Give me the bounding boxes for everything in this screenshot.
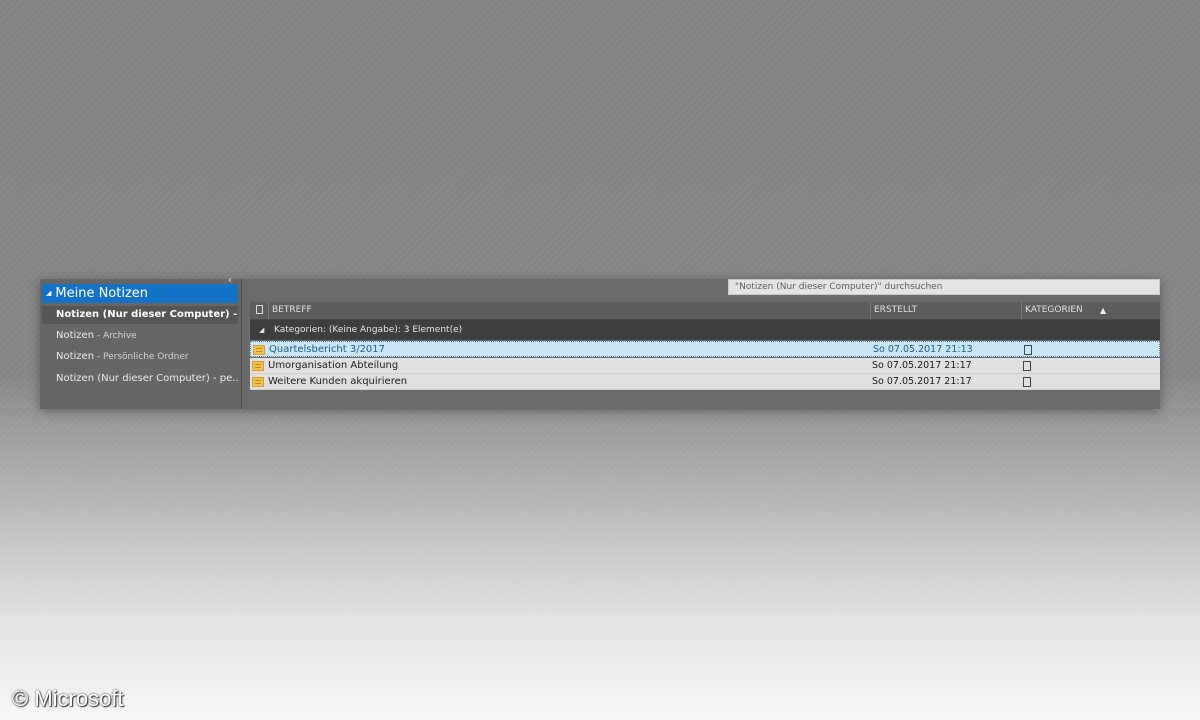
group-header-row[interactable]: ◢ Kategorien: (Keine Angabe): 3 Element(…	[250, 320, 1160, 340]
table-row[interactable]: Quartelsbericht 3/2017 So 07.05.2017 21:…	[250, 341, 1160, 357]
note-subject: Weitere Kunden akquirieren	[268, 376, 408, 387]
search-input[interactable]: "Notizen (Nur dieser Computer)" durchsuc…	[728, 279, 1160, 295]
sidebar-item-label: Notizen	[56, 330, 95, 341]
note-created: So 07.05.2017 21:17	[872, 360, 972, 371]
category-box-icon[interactable]	[1024, 345, 1032, 355]
notes-list-pane: "Notizen (Nur dieser Computer)" durchsuc…	[242, 279, 1160, 409]
copyright-watermark: © Microsoft	[12, 686, 124, 711]
folder-group-label: Meine Notizen	[55, 286, 149, 301]
column-header-categories-label: KATEGORIEN	[1025, 305, 1083, 315]
sidebar-item-notizen-computer[interactable]: Notizen (Nur dieser Computer) -...	[42, 306, 238, 324]
sidebar-item-label: Notizen (Nur dieser Computer) - pe...	[56, 373, 238, 384]
column-header-subject[interactable]: BETREFF	[268, 302, 870, 319]
sidebar-item-notizen-computer-pe[interactable]: Notizen (Nur dieser Computer) - pe...	[42, 370, 238, 388]
group-label: Kategorien: (Keine Angabe): 3 Element(e)	[274, 325, 463, 335]
icon-column-header[interactable]	[250, 302, 268, 319]
sidebar-item-label: Notizen (Nur dieser Computer) -...	[56, 309, 238, 320]
triangle-down-icon[interactable]: ◢	[259, 320, 264, 340]
folder-pane: ‹ ◢ Meine Notizen Notizen (Nur dieser Co…	[40, 275, 242, 409]
note-icon	[252, 361, 264, 371]
triangle-down-icon: ◢	[46, 289, 52, 297]
note-created: So 07.05.2017 21:13	[873, 344, 973, 355]
table-row[interactable]: Umorganisation Abteilung So 07.05.2017 2…	[250, 358, 1160, 374]
note-icon	[253, 345, 265, 355]
note-subject: Umorganisation Abteilung	[268, 360, 399, 371]
category-box-icon[interactable]	[1023, 361, 1031, 371]
category-box-icon[interactable]	[1023, 377, 1031, 387]
column-header-categories[interactable]: KATEGORIEN ▲	[1021, 302, 1160, 319]
sort-ascending-icon: ▲	[1100, 306, 1107, 315]
notes-window: ‹ ◢ Meine Notizen Notizen (Nur dieser Co…	[40, 275, 1160, 409]
sidebar-item-notizen-archive[interactable]: Notizen - Archive	[42, 327, 238, 345]
sidebar-item-suffix: - Persönliche Ordner	[94, 352, 189, 362]
note-icon	[252, 377, 264, 387]
document-icon	[256, 305, 263, 314]
note-created: So 07.05.2017 21:17	[872, 376, 972, 387]
note-subject: Quartelsbericht 3/2017	[269, 344, 386, 355]
sidebar-item-suffix: - Archive	[94, 331, 137, 341]
sidebar-item-label: Notizen	[56, 351, 95, 362]
folder-group-header[interactable]: ◢ Meine Notizen	[42, 284, 238, 303]
sidebar-item-notizen-persoenlich[interactable]: Notizen - Persönliche Ordner	[42, 348, 238, 366]
column-header-created[interactable]: ERSTELLT	[870, 302, 1021, 319]
table-row[interactable]: Weitere Kunden akquirieren So 07.05.2017…	[250, 374, 1160, 390]
column-header-row: BETREFF ERSTELLT KATEGORIEN ▲	[250, 302, 1160, 320]
